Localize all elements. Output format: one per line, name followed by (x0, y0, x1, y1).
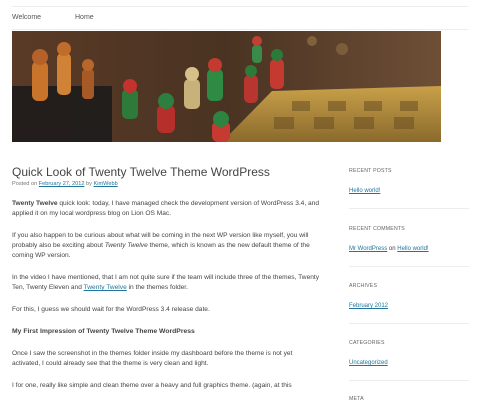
post-title[interactable]: Quick Look of Twenty Twelve Theme WordPr… (12, 165, 270, 179)
post-author-link[interactable]: KimWebb (94, 181, 118, 187)
widget-separator (349, 266, 469, 267)
main-navigation: Welcome Home (12, 14, 126, 21)
post-content: Twenty Twelve quick look: today, I have … (12, 199, 322, 403)
top-border (12, 6, 468, 7)
paragraph-1-text: quick look: today, I have managed check … (12, 200, 320, 217)
nav-item-home[interactable]: Home (75, 14, 94, 21)
comment-author-link[interactable]: Mr WordPress (349, 246, 387, 252)
paragraph-6: I for one, really like simple and clean … (12, 382, 292, 389)
comment-post-link[interactable]: Hello world! (397, 246, 428, 252)
recent-comment-item: Mr WordPress on Hello world! (349, 246, 429, 252)
recent-post-link[interactable]: Hello world! (349, 188, 380, 194)
post-date-link[interactable]: February 27, 2012 (39, 181, 85, 187)
category-link[interactable]: Uncategorized (349, 360, 388, 366)
post-meta: Posted on February 27, 2012 by KimWebb (12, 181, 118, 187)
comment-on-text: on (387, 246, 398, 252)
section-heading: My First Impression of Twenty Twelve The… (12, 328, 195, 335)
recent-post-item: Hello world! (349, 188, 392, 194)
widget-title-categories: CATEGORIES (349, 340, 385, 346)
widget-meta: META (349, 396, 364, 402)
bold-theme-name: Twenty Twelve (12, 200, 58, 207)
widget-archives: ARCHIVES February 2012 (349, 283, 388, 309)
widget-recent-posts: RECENT POSTS Hello world! (349, 168, 392, 194)
header-image (12, 31, 441, 142)
archive-link[interactable]: February 2012 (349, 303, 388, 309)
widget-separator (349, 380, 469, 381)
widget-title-meta: META (349, 396, 364, 402)
nav-item-welcome[interactable]: Welcome (12, 14, 41, 21)
twenty-twelve-link[interactable]: Twenty Twelve (84, 284, 127, 291)
paragraph-1: Twenty Twelve quick look: today, I have … (12, 199, 322, 219)
widget-separator (349, 208, 469, 209)
paragraph-5: Once I saw the screenshot in the themes … (12, 350, 293, 367)
italic-theme-name: Twenty Twelve (104, 242, 148, 249)
archive-item: February 2012 (349, 303, 388, 309)
meta-by: by (86, 181, 92, 187)
paragraph-4: For this, I guess we should wait for the… (12, 306, 210, 313)
widget-recent-comments: RECENT COMMENTS Mr WordPress on Hello wo… (349, 226, 429, 252)
widget-separator (349, 323, 469, 324)
paragraph-3: In the video I have mentioned, that I am… (12, 273, 322, 293)
paragraph-2: If you also happen to be curious about w… (12, 231, 322, 261)
meta-posted-on: Posted on (12, 181, 38, 187)
widget-title-archives: ARCHIVES (349, 283, 378, 289)
widget-title-recent-posts: RECENT POSTS (349, 168, 392, 174)
widget-title-recent-comments: RECENT COMMENTS (349, 226, 405, 232)
nav-border (12, 29, 468, 30)
widget-categories: CATEGORIES Uncategorized (349, 340, 388, 366)
paragraph-3-end: in the themes folder. (126, 284, 188, 291)
category-item: Uncategorized (349, 360, 388, 366)
